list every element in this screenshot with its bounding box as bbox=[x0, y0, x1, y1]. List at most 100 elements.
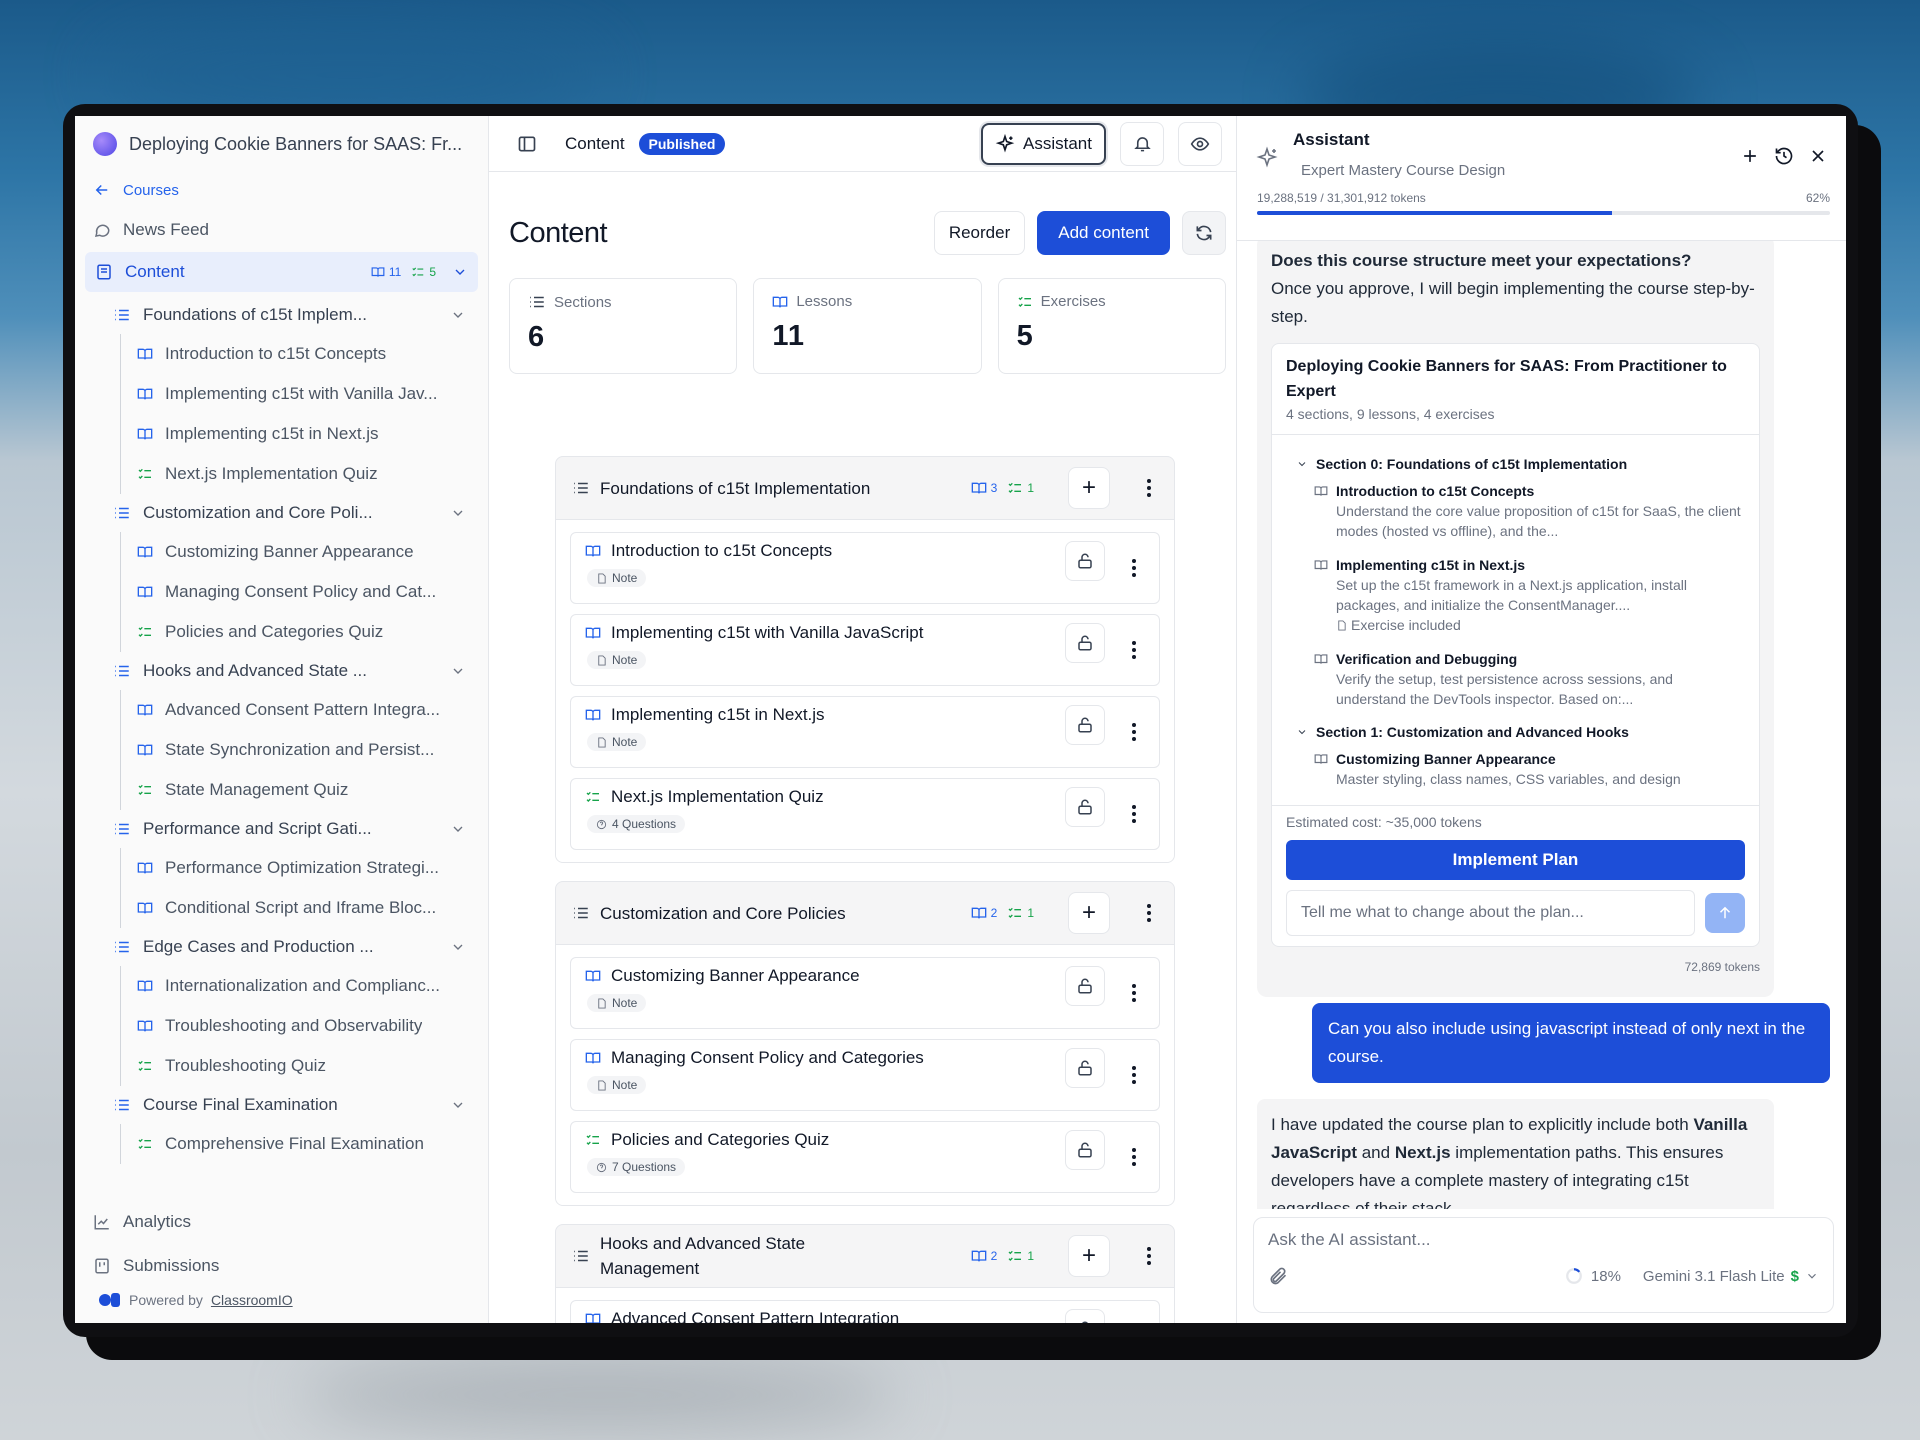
chevron-down-icon[interactable] bbox=[450, 505, 466, 521]
more-icon[interactable] bbox=[1123, 983, 1145, 1003]
lock-button[interactable] bbox=[1065, 1309, 1105, 1323]
sidebar-item-lesson[interactable]: Troubleshooting and Observability bbox=[75, 1006, 488, 1046]
nav-news-feed[interactable]: News Feed bbox=[75, 208, 488, 252]
drag-handle-icon[interactable] bbox=[572, 479, 590, 497]
back-to-courses-link[interactable]: Courses bbox=[75, 172, 488, 208]
lock-button[interactable] bbox=[1065, 1130, 1105, 1170]
more-icon[interactable] bbox=[1123, 640, 1145, 660]
more-icon[interactable] bbox=[1123, 1147, 1145, 1167]
chat-thread[interactable]: Does this course structure meet your exp… bbox=[1237, 240, 1846, 1209]
plan-change-input[interactable]: Tell me what to change about the plan... bbox=[1286, 890, 1695, 936]
more-icon[interactable] bbox=[1138, 1246, 1160, 1266]
plan-lesson-title: Verification and Debugging bbox=[1336, 651, 1518, 667]
chat-input-box[interactable]: Ask the AI assistant... 18% Gemini 3.1 F… bbox=[1253, 1217, 1834, 1313]
book-icon bbox=[137, 426, 153, 442]
content-item-lesson[interactable]: Implementing c15t in Next.js Note bbox=[570, 696, 1160, 768]
sidebar-section-label: Edge Cases and Production ... bbox=[143, 937, 374, 956]
more-icon[interactable] bbox=[1123, 722, 1145, 742]
history-icon[interactable] bbox=[1774, 146, 1794, 166]
add-item-button[interactable]: + bbox=[1068, 467, 1110, 509]
plan-section[interactable]: Section 0: Foundations of c15t Implement… bbox=[1296, 455, 1745, 473]
content-item-lesson[interactable]: Introduction to c15t Concepts Note bbox=[570, 532, 1160, 604]
more-icon[interactable] bbox=[1138, 903, 1160, 923]
checklist-icon bbox=[411, 265, 425, 279]
content-item-exercise[interactable]: Next.js Implementation Quiz 4 Questions bbox=[570, 778, 1160, 850]
new-chat-icon[interactable] bbox=[1740, 146, 1760, 166]
lock-button[interactable] bbox=[1065, 541, 1105, 581]
nav-submissions[interactable]: Submissions bbox=[75, 1244, 488, 1288]
chevron-down-icon[interactable] bbox=[450, 821, 466, 837]
sidebar-section[interactable]: Course Final Examination bbox=[75, 1086, 488, 1124]
sidebar-section[interactable]: Foundations of c15t Implem... bbox=[75, 296, 488, 334]
more-icon[interactable] bbox=[1123, 804, 1145, 824]
lock-button[interactable] bbox=[1065, 787, 1105, 827]
nav-analytics[interactable]: Analytics bbox=[75, 1200, 488, 1244]
sidebar-item-lesson[interactable]: Managing Consent Policy and Cat... bbox=[75, 572, 488, 612]
lock-button[interactable] bbox=[1065, 623, 1105, 663]
content-item-lesson[interactable]: Implementing c15t with Vanilla JavaScrip… bbox=[570, 614, 1160, 686]
sidebar-item-exercise[interactable]: Next.js Implementation Quiz bbox=[75, 454, 488, 494]
reorder-button[interactable]: Reorder bbox=[933, 211, 1026, 255]
lock-button[interactable] bbox=[1065, 966, 1105, 1006]
notifications-button[interactable] bbox=[1120, 121, 1164, 166]
sidebar-section[interactable]: Edge Cases and Production ... bbox=[75, 928, 488, 966]
plan-extra-label: Exercise included bbox=[1351, 617, 1461, 633]
book-icon bbox=[371, 265, 385, 279]
add-content-button[interactable]: Add content bbox=[1037, 211, 1170, 255]
add-item-button[interactable]: + bbox=[1068, 892, 1110, 934]
lock-button[interactable] bbox=[1065, 1048, 1105, 1088]
send-change-button[interactable] bbox=[1705, 893, 1745, 933]
sidebar-item-lesson[interactable]: Conditional Script and Iframe Bloc... bbox=[75, 888, 488, 928]
sidebar-item-lesson[interactable]: Customizing Banner Appearance bbox=[75, 532, 488, 572]
assistant-button[interactable]: Assistant bbox=[981, 122, 1106, 165]
sidebar-item-lesson[interactable]: Introduction to c15t Concepts bbox=[75, 334, 488, 374]
lessons-count-badge: 3 bbox=[971, 480, 997, 496]
chevron-down-icon[interactable] bbox=[450, 663, 466, 679]
add-item-button[interactable]: + bbox=[1068, 1235, 1110, 1277]
chevron-down-icon[interactable] bbox=[450, 1097, 466, 1113]
more-icon[interactable] bbox=[1138, 478, 1160, 498]
sidebar-item-exercise[interactable]: Policies and Categories Quiz bbox=[75, 612, 488, 652]
content-item-exercise[interactable]: Policies and Categories Quiz 7 Questions bbox=[570, 1121, 1160, 1193]
drag-handle-icon[interactable] bbox=[572, 1247, 590, 1265]
preview-button[interactable] bbox=[1178, 121, 1222, 166]
sidebar-toggle-icon[interactable] bbox=[517, 134, 537, 154]
plan-outline[interactable]: Section 0: Foundations of c15t Implement… bbox=[1272, 435, 1759, 805]
book-icon bbox=[971, 905, 987, 921]
plan-lesson: Customizing Banner Appearance Master sty… bbox=[1314, 749, 1745, 789]
sidebar-item-exercise[interactable]: Comprehensive Final Examination bbox=[75, 1124, 488, 1164]
content-item-lesson[interactable]: Advanced Consent Pattern Integration Not… bbox=[570, 1300, 1160, 1323]
refresh-button[interactable] bbox=[1182, 211, 1226, 255]
sidebar-item-exercise[interactable]: State Management Quiz bbox=[75, 770, 488, 810]
model-selector[interactable]: Gemini 3.1 Flash Lite $ bbox=[1643, 1268, 1819, 1285]
implement-plan-button[interactable]: Implement Plan bbox=[1286, 840, 1745, 880]
lock-button[interactable] bbox=[1065, 705, 1105, 745]
book-icon bbox=[137, 978, 153, 994]
powered-by-link[interactable]: ClassroomIO bbox=[211, 1292, 293, 1308]
tag-label: Note bbox=[612, 653, 638, 667]
plan-section[interactable]: Section 1: Customization and Advanced Ho… bbox=[1296, 723, 1745, 741]
more-icon[interactable] bbox=[1123, 1065, 1145, 1085]
sidebar-item-lesson[interactable]: Internationalization and Complianc... bbox=[75, 966, 488, 1006]
chevron-down-icon[interactable] bbox=[452, 264, 468, 280]
sidebar-item-lesson[interactable]: Performance Optimization Strategi... bbox=[75, 848, 488, 888]
chevron-down-icon[interactable] bbox=[450, 939, 466, 955]
sidebar-item-exercise[interactable]: Troubleshooting Quiz bbox=[75, 1046, 488, 1086]
sidebar-item-lesson[interactable]: Advanced Consent Pattern Integra... bbox=[75, 690, 488, 730]
chevron-down-icon[interactable] bbox=[450, 307, 466, 323]
sidebar-item-lesson[interactable]: State Synchronization and Persist... bbox=[75, 730, 488, 770]
nav-content[interactable]: Content 11 5 bbox=[85, 252, 478, 292]
section-block-title: Customization and Core Policies bbox=[600, 903, 846, 923]
content-item-lesson[interactable]: Customizing Banner Appearance Note bbox=[570, 957, 1160, 1029]
drag-handle-icon[interactable] bbox=[572, 904, 590, 922]
sidebar-item-lesson[interactable]: Implementing c15t in Next.js bbox=[75, 414, 488, 454]
sidebar-item-lesson[interactable]: Implementing c15t with Vanilla Jav... bbox=[75, 374, 488, 414]
content-item-lesson[interactable]: Managing Consent Policy and Categories N… bbox=[570, 1039, 1160, 1111]
chat-input[interactable]: Ask the AI assistant... bbox=[1268, 1230, 1819, 1250]
more-icon[interactable] bbox=[1123, 558, 1145, 578]
paperclip-icon[interactable] bbox=[1268, 1266, 1288, 1286]
sidebar-section[interactable]: Customization and Core Poli... bbox=[75, 494, 488, 532]
sidebar-section[interactable]: Performance and Script Gati... bbox=[75, 810, 488, 848]
close-icon[interactable] bbox=[1808, 146, 1828, 166]
sidebar-section[interactable]: Hooks and Advanced State ... bbox=[75, 652, 488, 690]
